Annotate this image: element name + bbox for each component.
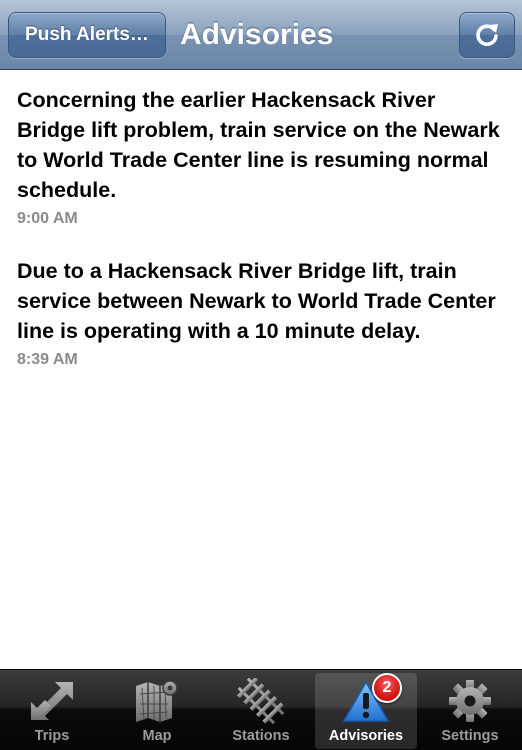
- tab-settings[interactable]: Settings: [419, 673, 521, 749]
- advisory-text: Concerning the earlier Hackensack River …: [17, 88, 500, 202]
- tab-bar: Trips Map Stations 2 Advisories Settings: [0, 669, 522, 750]
- advisories-list: Concerning the earlier Hackensack River …: [0, 71, 522, 669]
- tab-label: Trips: [34, 728, 70, 744]
- push-alerts-button[interactable]: Push Alerts…: [8, 12, 166, 58]
- list-item[interactable]: Concerning the earlier Hackensack River …: [17, 85, 507, 228]
- list-item[interactable]: Due to a Hackensack River Bridge lift, t…: [17, 256, 507, 369]
- refresh-button[interactable]: [459, 12, 515, 58]
- tab-label: Advisories: [328, 728, 404, 744]
- tab-label: Stations: [232, 728, 290, 744]
- trips-arrows-icon: [25, 677, 79, 725]
- navigation-bar: Push Alerts… Advisories: [0, 0, 522, 70]
- tab-label: Map: [142, 728, 172, 744]
- gear-icon: [443, 677, 497, 725]
- map-icon: [130, 677, 184, 725]
- page-title: Advisories: [180, 18, 334, 51]
- railroad-tracks-icon: [234, 677, 288, 725]
- tab-label: Settings: [441, 728, 499, 744]
- tab-trips[interactable]: Trips: [1, 673, 103, 749]
- refresh-icon: [476, 24, 498, 46]
- tab-map[interactable]: Map: [106, 673, 208, 749]
- advisory-text: Due to a Hackensack River Bridge lift, t…: [17, 259, 496, 343]
- advisory-time: 9:00 AM: [17, 210, 78, 227]
- tab-advisories[interactable]: 2 Advisories: [315, 673, 417, 749]
- advisory-time: 8:39 AM: [17, 351, 78, 368]
- warning-icon: 2: [339, 673, 402, 725]
- tab-stations[interactable]: Stations: [210, 673, 312, 749]
- notification-badge: 2: [372, 673, 402, 703]
